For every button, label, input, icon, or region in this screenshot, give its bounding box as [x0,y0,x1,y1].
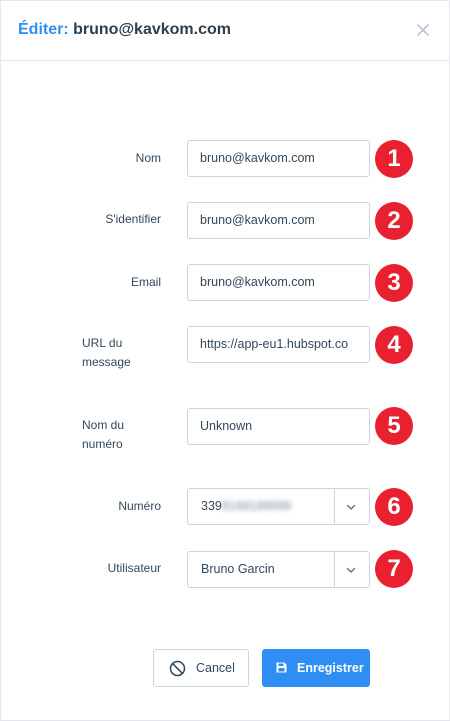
nom-label: Nom [135,151,161,165]
numero-visible-digits: 339 [201,499,222,513]
ban-icon [169,660,186,677]
numero-select[interactable]: 3398168199999 [187,488,370,525]
utilisateur-select-value: Bruno Garcin [201,562,275,576]
url-label: URL du message [82,334,172,372]
callout-badge-3: 3 [375,264,413,302]
close-icon [417,24,429,36]
modal-title: Éditer: bruno@kavkom.com [18,21,231,39]
callout-badge-2: 2 [375,202,413,240]
identifier-label: S'identifier [105,212,161,226]
chevron-down-icon[interactable] [344,564,358,576]
number-name-label-line2: numéro [82,437,123,451]
save-icon [276,662,287,673]
modal-header: Éditer: bruno@kavkom.com [1,1,449,61]
close-button[interactable] [413,20,433,40]
url-label-line1: URL du [82,336,123,350]
number-name-label-line1: Nom du [82,418,125,432]
utilisateur-label: Utilisateur [107,561,161,575]
save-button-label: Enregistrer [297,661,364,675]
cancel-button-label: Cancel [196,661,235,675]
save-button[interactable]: Enregistrer [262,649,370,687]
callout-badge-7: 7 [375,550,413,588]
cancel-button[interactable]: Cancel [153,649,249,687]
select-divider [334,489,335,524]
email-label: Email [130,275,161,289]
utilisateur-select[interactable]: Bruno Garcin [187,551,370,588]
nom-input[interactable]: bruno@kavkom.com [187,140,370,177]
select-divider [334,552,335,587]
edit-modal: Éditer: bruno@kavkom.com Nom bruno@kavko… [0,0,450,721]
url-label-line2: message [82,355,131,369]
chevron-down-icon[interactable] [344,501,358,513]
callout-badge-5: 5 [375,407,413,445]
number-name-input[interactable]: Unknown [187,408,370,445]
modal-title-subject: bruno@kavkom.com [73,21,231,38]
identifier-input[interactable]: bruno@kavkom.com [187,202,370,239]
callout-badge-6: 6 [375,488,413,526]
callout-badge-1: 1 [375,140,413,178]
url-input[interactable]: https://app-eu1.hubspot.co [187,326,370,363]
number-name-label: Nom du numéro [82,416,172,454]
numero-label: Numéro [118,499,161,513]
email-input[interactable]: bruno@kavkom.com [187,264,370,301]
modal-title-prefix: Éditer: [18,21,69,38]
numero-blurred-digits: 8168199999 [221,499,292,513]
numero-select-value: 3398168199999 [201,489,291,524]
callout-badge-4: 4 [375,326,413,364]
